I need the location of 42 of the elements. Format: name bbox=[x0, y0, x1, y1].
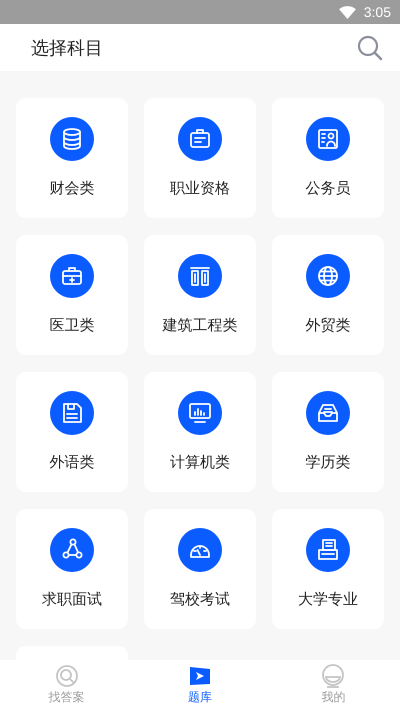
nodes-icon bbox=[50, 528, 94, 572]
subject-card[interactable]: 外贸类 bbox=[272, 235, 384, 355]
subject-card[interactable]: 大学专业 bbox=[272, 509, 384, 629]
printer-icon bbox=[306, 528, 350, 572]
subject-label: 计算机类 bbox=[170, 453, 230, 472]
speedometer-icon bbox=[178, 528, 222, 572]
subject-card[interactable]: 医卫类 bbox=[16, 235, 128, 355]
subject-label: 公务员 bbox=[306, 179, 350, 198]
subject-label: 求职面试 bbox=[42, 590, 102, 609]
floppy-disk-icon bbox=[50, 391, 94, 435]
subject-card[interactable]: 学历类 bbox=[272, 372, 384, 492]
subject-card[interactable]: 外语类 bbox=[16, 372, 128, 492]
subject-card[interactable]: 求职面试 bbox=[16, 509, 128, 629]
subject-card[interactable]: 公务员 bbox=[272, 98, 384, 218]
subject-label: 医卫类 bbox=[50, 316, 94, 335]
subject-label: 外语类 bbox=[50, 453, 94, 472]
subject-card[interactable]: 建筑工程类 bbox=[144, 235, 256, 355]
clock: 3:05 bbox=[364, 4, 391, 20]
columns-icon bbox=[178, 254, 222, 298]
search-icon bbox=[54, 664, 79, 688]
subject-card[interactable]: 职业资格 bbox=[144, 98, 256, 218]
monitor-chart-icon bbox=[178, 391, 222, 435]
subject-label: 财会类 bbox=[50, 179, 94, 198]
subject-card[interactable]: 计算机类 bbox=[144, 372, 256, 492]
page-title: 选择科目 bbox=[31, 36, 103, 60]
play-icon bbox=[188, 664, 212, 688]
id-card-icon bbox=[306, 117, 350, 161]
id-badge-icon bbox=[178, 117, 222, 161]
subject-label: 外贸类 bbox=[306, 316, 350, 335]
subject-label: 驾校考试 bbox=[170, 590, 230, 609]
database-icon bbox=[50, 117, 94, 161]
subject-label: 大学专业 bbox=[298, 590, 358, 609]
subject-card[interactable]: 驾校考试 bbox=[144, 509, 256, 629]
subject-label: 职业资格 bbox=[170, 179, 230, 198]
search-icon[interactable] bbox=[357, 34, 383, 60]
subject-card[interactable]: 财会类 bbox=[16, 98, 128, 218]
subject-label: 建筑工程类 bbox=[162, 316, 238, 335]
wifi-icon bbox=[338, 6, 356, 18]
globe-icon bbox=[306, 254, 350, 298]
inbox-icon bbox=[306, 391, 350, 435]
subject-label: 学历类 bbox=[306, 453, 350, 472]
medical-kit-icon bbox=[50, 254, 94, 298]
